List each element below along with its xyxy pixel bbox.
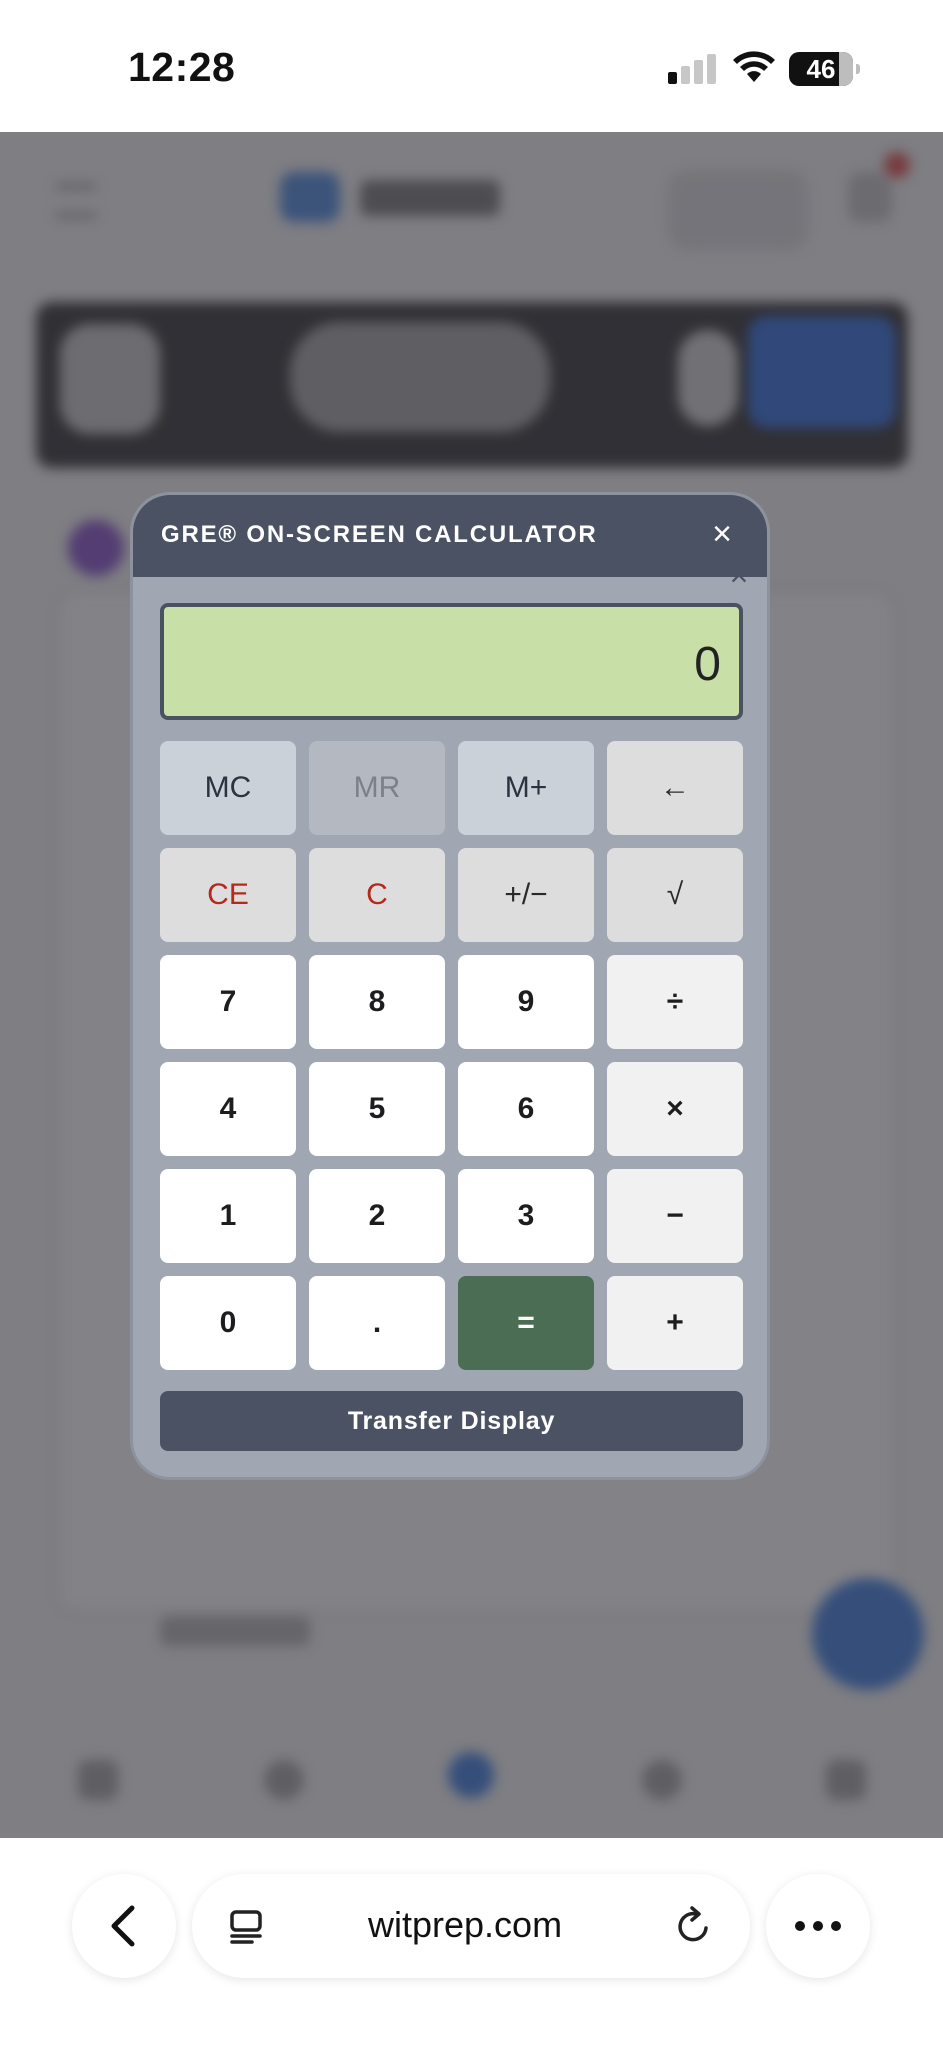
status-bar: 12:28 46 — [0, 0, 943, 132]
back-button[interactable] — [72, 1874, 176, 1978]
divide-button[interactable]: ÷ — [607, 955, 743, 1049]
memory-add-button[interactable]: M+ — [458, 741, 594, 835]
transfer-display-button[interactable]: Transfer Display — [160, 1391, 743, 1451]
calculator-modal: GRE® ON-SCREEN CALCULATOR × × 0 MC MR M+… — [130, 492, 770, 1480]
battery-level: 46 — [806, 54, 836, 84]
clear-button[interactable]: C — [309, 848, 445, 942]
digit-2-button[interactable]: 2 — [309, 1169, 445, 1263]
digit-4-button[interactable]: 4 — [160, 1062, 296, 1156]
close-icon[interactable]: × — [703, 515, 741, 553]
subtract-button[interactable]: − — [607, 1169, 743, 1263]
more-options-button[interactable] — [766, 1874, 870, 1978]
status-time: 12:28 — [128, 44, 236, 90]
digit-3-button[interactable]: 3 — [458, 1169, 594, 1263]
reload-icon[interactable] — [674, 1906, 714, 1946]
calculator-display: 0 — [160, 603, 743, 720]
battery-icon: 46 — [789, 52, 860, 86]
plus-minus-button[interactable]: +/− — [458, 848, 594, 942]
digit-9-button[interactable]: 9 — [458, 955, 594, 1049]
digit-0-button[interactable]: 0 — [160, 1276, 296, 1370]
calculator-header[interactable]: GRE® ON-SCREEN CALCULATOR × — [133, 495, 767, 577]
equals-button[interactable]: = — [458, 1276, 594, 1370]
add-button[interactable]: + — [607, 1276, 743, 1370]
display-value: 0 — [694, 638, 721, 691]
ellipsis-icon — [795, 1921, 841, 1931]
cellular-signal-icon — [668, 54, 718, 84]
digit-1-button[interactable]: 1 — [160, 1169, 296, 1263]
close-icon-secondary[interactable]: × — [721, 557, 757, 593]
memory-clear-button[interactable]: MC — [160, 741, 296, 835]
digit-5-button[interactable]: 5 — [309, 1062, 445, 1156]
memory-recall-button[interactable]: MR — [309, 741, 445, 835]
calculator-title: GRE® ON-SCREEN CALCULATOR — [161, 521, 598, 548]
backspace-button[interactable]: ← — [607, 741, 743, 835]
digit-8-button[interactable]: 8 — [309, 955, 445, 1049]
decimal-button[interactable]: . — [309, 1276, 445, 1370]
url-text[interactable]: witprep.com — [368, 1904, 562, 1946]
clear-entry-button[interactable]: CE — [160, 848, 296, 942]
multiply-button[interactable]: × — [607, 1062, 743, 1156]
browser-toolbar: witprep.com — [0, 1838, 943, 2048]
digit-7-button[interactable]: 7 — [160, 955, 296, 1049]
digit-6-button[interactable]: 6 — [458, 1062, 594, 1156]
address-bar[interactable]: witprep.com — [192, 1874, 750, 1978]
square-root-button[interactable]: √ — [607, 848, 743, 942]
wifi-icon — [733, 51, 775, 82]
tabs-icon[interactable] — [226, 1906, 266, 1946]
chevron-left-icon — [111, 1905, 135, 1947]
